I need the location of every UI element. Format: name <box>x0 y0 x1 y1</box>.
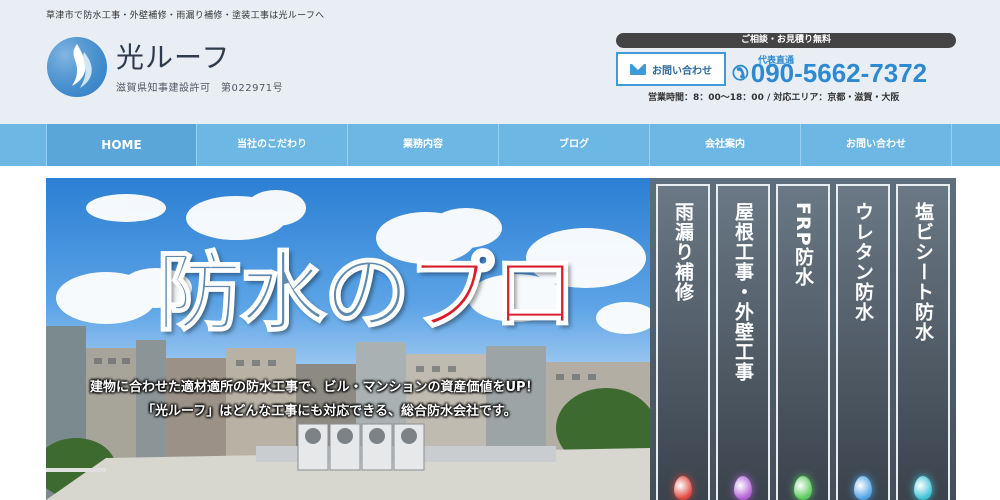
nav-item-commitment[interactable]: 当社のこだわり <box>197 124 348 166</box>
service-pvc-sheet[interactable]: 塩ビシート防水 <box>896 184 950 500</box>
nav-item-company[interactable]: 会社案内 <box>650 124 801 166</box>
drop-icon <box>734 476 752 500</box>
service-label: 屋根工事・外壁工事 <box>732 202 754 382</box>
service-frp[interactable]: FRP防水 <box>776 184 830 500</box>
main-nav: HOME 当社のこだわり 業務内容 ブログ 会社案内 お問い合わせ <box>0 124 1000 166</box>
hero-title-part1: 防水の <box>155 241 411 344</box>
site-tagline: 草津市で防水工事・外壁補修・雨漏り補修・塗装工事は光ルーフへ <box>46 11 325 21</box>
service-label: FRP防水 <box>792 202 814 287</box>
drop-icon <box>854 476 872 500</box>
nav-item-blog[interactable]: ブログ <box>499 124 650 166</box>
license-text: 滋賀県知事建設許可 第022971号 <box>116 83 284 94</box>
service-label: 雨漏り補修 <box>672 202 694 302</box>
hero-title: 防水のプロ <box>155 222 579 347</box>
business-hours: 営業時間：8：00～18：00 / 対応エリア：京都・滋賀・大阪 <box>648 93 900 103</box>
phone-number[interactable]: ✆ 090-5662-7372 <box>732 58 927 89</box>
mail-icon <box>630 63 646 75</box>
phone-icon: ✆ <box>732 63 749 85</box>
service-label: ウレタン防水 <box>852 202 874 322</box>
brand-name[interactable]: 光ルーフ <box>116 36 230 76</box>
nav-item-services[interactable]: 業務内容 <box>348 124 499 166</box>
service-rain-leak[interactable]: 雨漏り補修 <box>656 184 710 500</box>
drop-icon <box>914 476 932 500</box>
services-panel: 雨漏り補修 屋根工事・外壁工事 FRP防水 ウレタン防水 塩ビシート防水 <box>650 178 956 500</box>
hero-title-part2: プロ <box>407 241 579 344</box>
nav-spacer <box>952 124 1000 166</box>
free-consult-banner: ご相談・お見積り無料 <box>616 33 956 48</box>
contact-button-label: お問い合わせ <box>652 65 712 77</box>
drop-icon <box>794 476 812 500</box>
service-urethane[interactable]: ウレタン防水 <box>836 184 890 500</box>
contact-button[interactable]: お問い合わせ <box>616 52 726 86</box>
service-label: 塩ビシート防水 <box>912 202 934 342</box>
hero-banner: 防水のプロ 建物に合わせた適材適所の防水工事で、ビル・マンションの資産価値をUP… <box>46 178 650 500</box>
hero-copy-line2: 「光ルーフ」はどんな工事にも対応できる、総合防水会社です。 <box>142 404 517 419</box>
logo-icon[interactable] <box>46 36 108 98</box>
service-roof-wall[interactable]: 屋根工事・外壁工事 <box>716 184 770 500</box>
nav-item-contact[interactable]: お問い合わせ <box>801 124 952 166</box>
nav-item-home[interactable]: HOME <box>46 124 197 166</box>
site-header: 草津市で防水工事・外壁補修・雨漏り補修・塗装工事は光ルーフへ 光ルーフ 滋賀県知… <box>0 0 1000 124</box>
phone-text: 090-5662-7372 <box>750 58 928 88</box>
hero-copy-line1: 建物に合わせた適材適所の防水工事で、ビル・マンションの資産価値をUP！ <box>90 380 539 395</box>
drop-icon <box>674 476 692 500</box>
